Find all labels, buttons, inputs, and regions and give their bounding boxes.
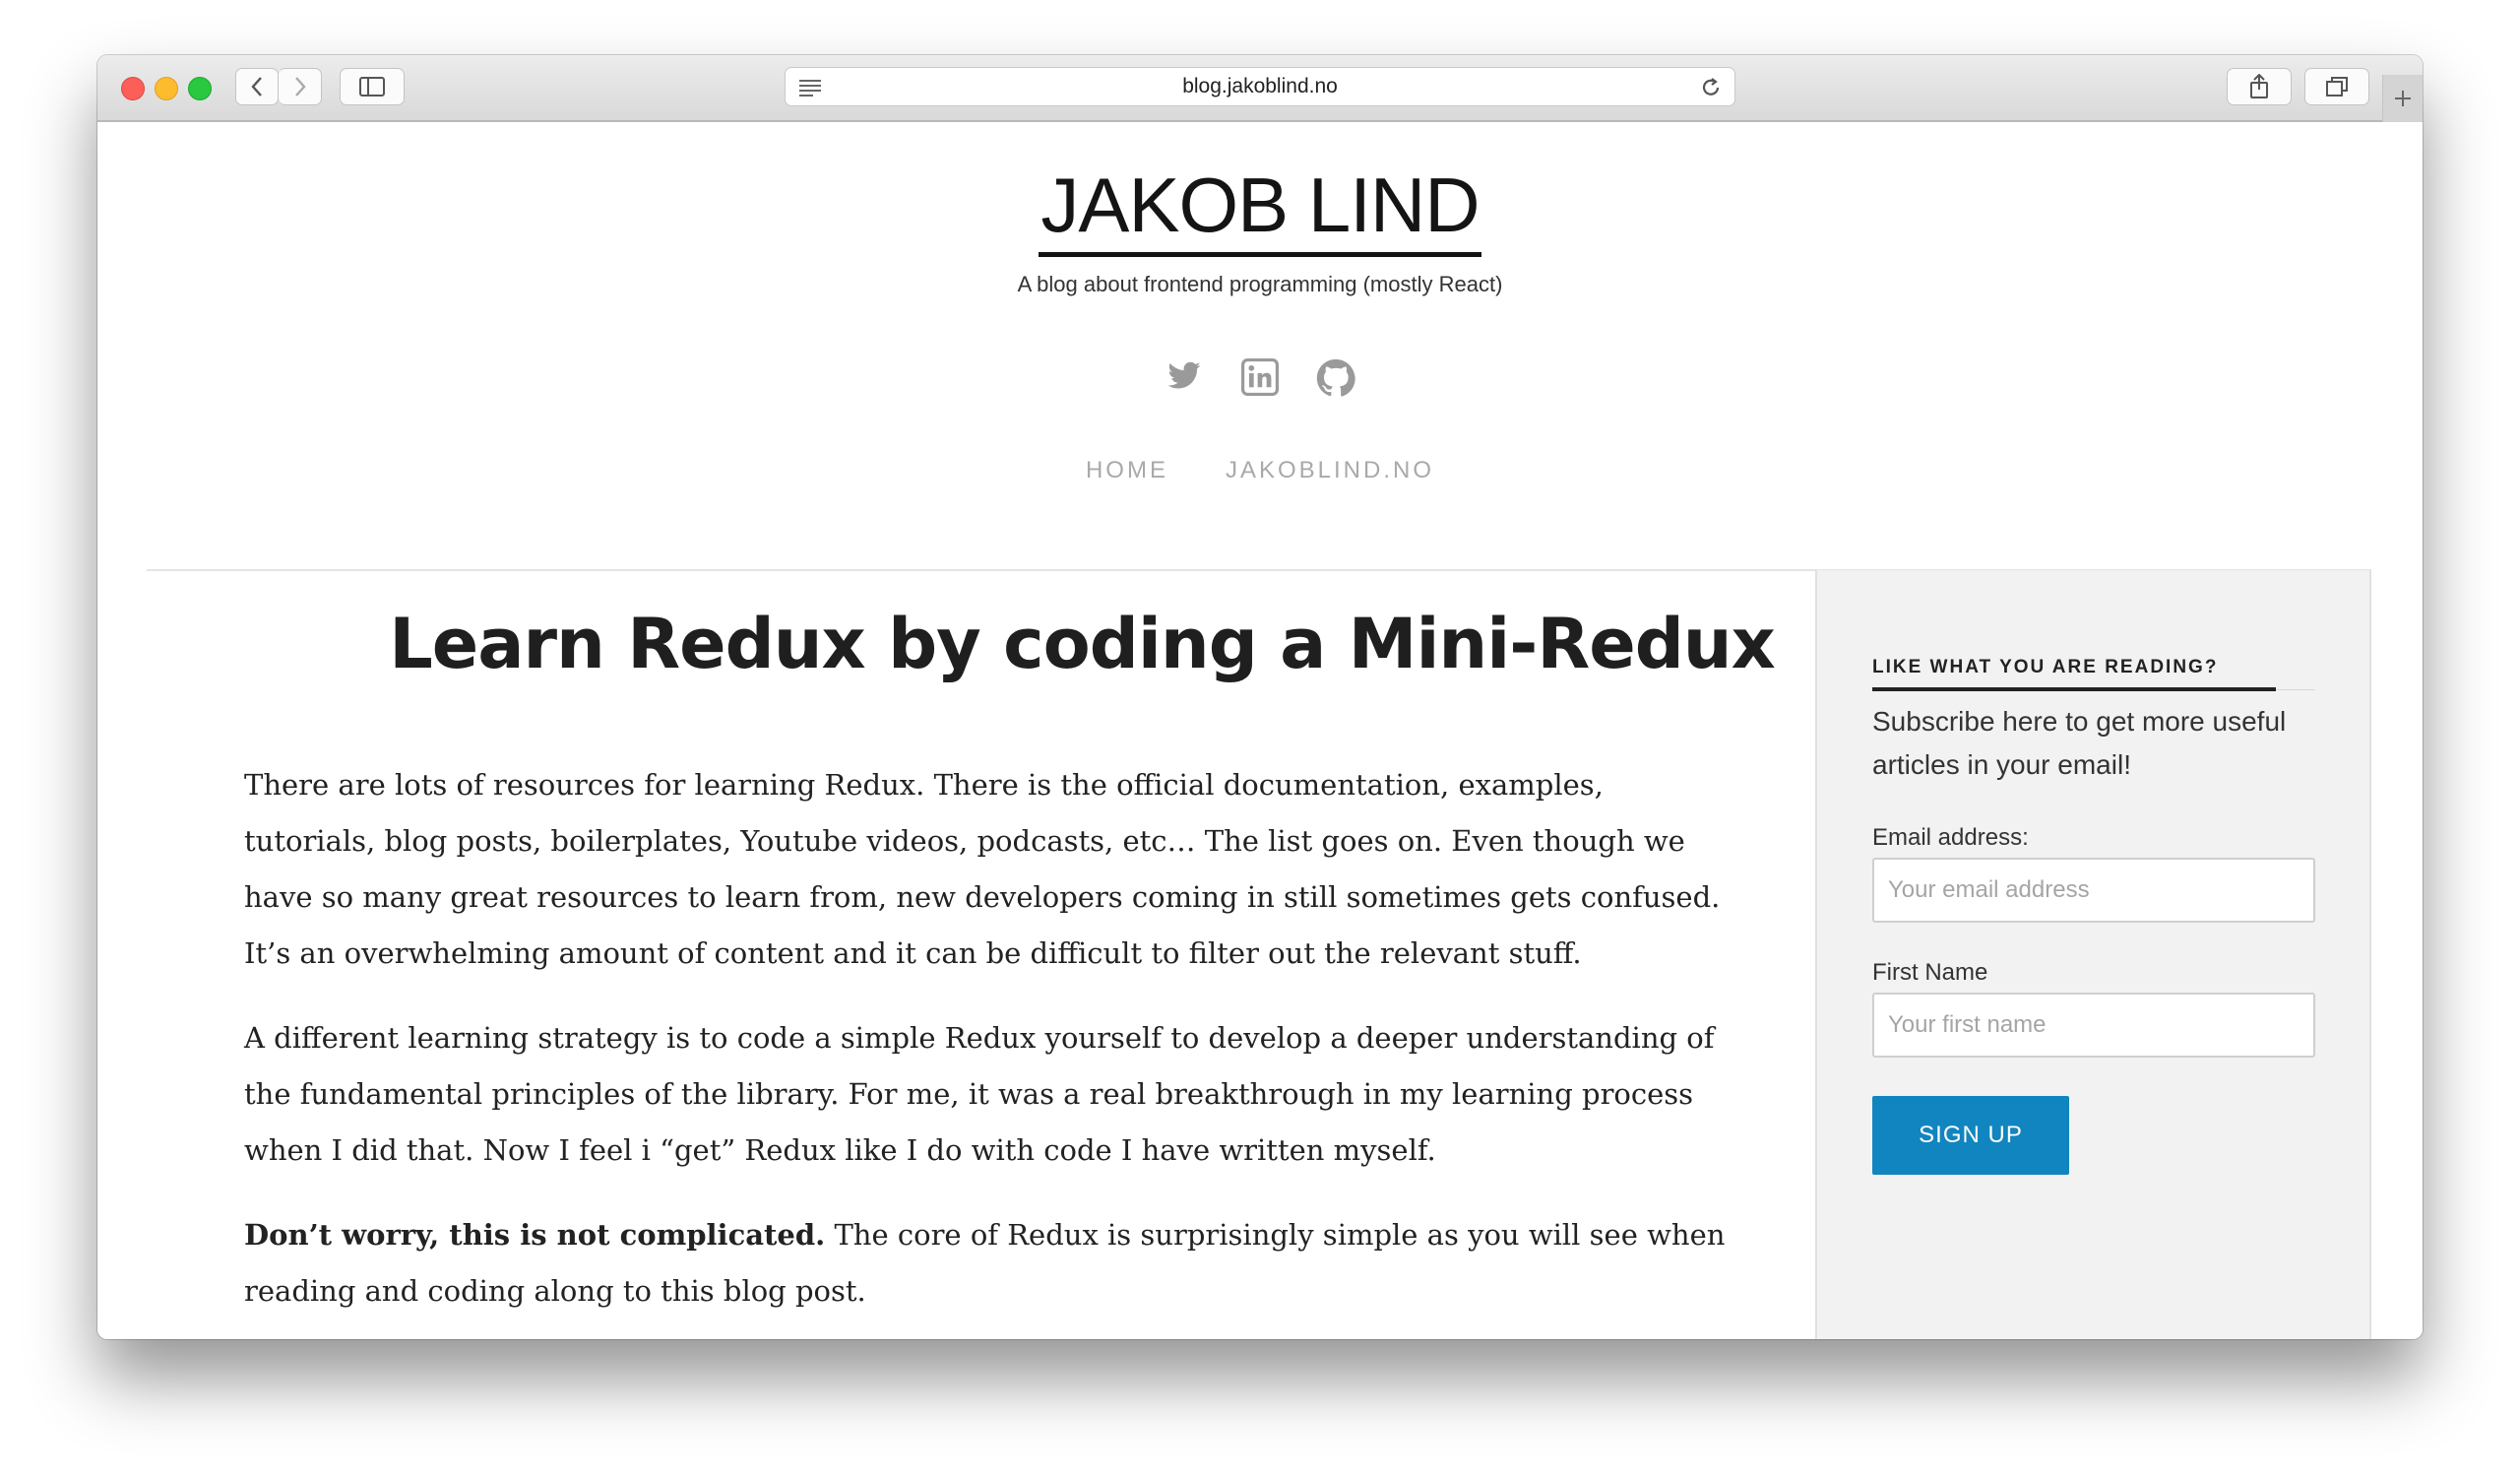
back-button[interactable] <box>235 68 279 105</box>
browser-window: blog.jakoblind.no JAKOB LIND A blog abou… <box>97 55 2423 1339</box>
email-label: Email address: <box>1872 824 2029 851</box>
browser-toolbar: blog.jakoblind.no <box>97 55 2423 122</box>
close-window-button[interactable] <box>121 77 145 100</box>
subscribe-sidebar: LIKE WHAT YOU ARE READING? Subscribe her… <box>1815 570 2371 1339</box>
nav-item-jakoblind[interactable]: JAKOBLIND.NO <box>1226 457 1434 484</box>
tabs-icon <box>2326 77 2348 97</box>
social-links <box>97 358 2423 398</box>
linkedin-icon[interactable] <box>1241 358 1279 396</box>
sign-up-button[interactable]: SIGN UP <box>1872 1096 2069 1175</box>
chevron-left-icon <box>251 77 262 97</box>
new-tab-button[interactable] <box>2382 75 2423 122</box>
share-icon <box>2250 74 2268 98</box>
chevron-right-icon <box>294 77 306 97</box>
tabs-overview-button[interactable] <box>2304 68 2369 105</box>
article-header: Learn Redux by coding a Mini-Redux <box>245 605 1919 683</box>
minimize-window-button[interactable] <box>155 77 178 100</box>
sidebar-toggle-button[interactable] <box>340 68 405 105</box>
forward-button[interactable] <box>279 68 322 105</box>
web-page: JAKOB LIND A blog about frontend program… <box>97 122 2423 1339</box>
first-name-field[interactable] <box>1872 993 2315 1058</box>
twitter-icon[interactable] <box>1165 358 1204 394</box>
first-name-label: First Name <box>1872 959 1988 986</box>
url-text: blog.jakoblind.no <box>1182 75 1338 97</box>
reload-icon[interactable] <box>1699 76 1723 99</box>
sidebar-icon <box>359 77 385 97</box>
github-icon[interactable] <box>1316 358 1355 398</box>
article-paragraph: A different learning strategy is to code… <box>244 1021 1715 1167</box>
main-nav: HOME JAKOBLIND.NO <box>97 457 2423 484</box>
plus-icon <box>2395 91 2411 106</box>
article-title: Learn Redux by coding a Mini-Redux <box>389 604 1776 684</box>
subscribe-heading: LIKE WHAT YOU ARE READING? <box>1872 657 2219 677</box>
subscribe-text: Subscribe here to get more useful articl… <box>1872 706 2287 780</box>
article-body: There are lots of resources for learning… <box>244 757 1740 1339</box>
site-header: JAKOB LIND <box>97 158 2423 257</box>
heading-rule <box>2276 689 2315 690</box>
share-button[interactable] <box>2227 68 2292 105</box>
nav-item-home[interactable]: HOME <box>1086 457 1168 484</box>
maximize-window-button[interactable] <box>188 77 212 100</box>
heading-underline <box>1872 687 2276 691</box>
article-bold-lead: Don’t worry, this is not complicated. <box>244 1218 826 1252</box>
email-field[interactable] <box>1872 858 2315 923</box>
article-paragraph: Don’t worry, this is not complicated. Th… <box>244 1207 1740 1319</box>
site-tagline: A blog about frontend programming (mostl… <box>1017 272 1503 296</box>
address-bar[interactable]: blog.jakoblind.no <box>785 67 1735 106</box>
article-paragraph: There are lots of resources for learning… <box>244 768 1721 970</box>
site-title-link[interactable]: JAKOB LIND <box>1039 158 1481 257</box>
